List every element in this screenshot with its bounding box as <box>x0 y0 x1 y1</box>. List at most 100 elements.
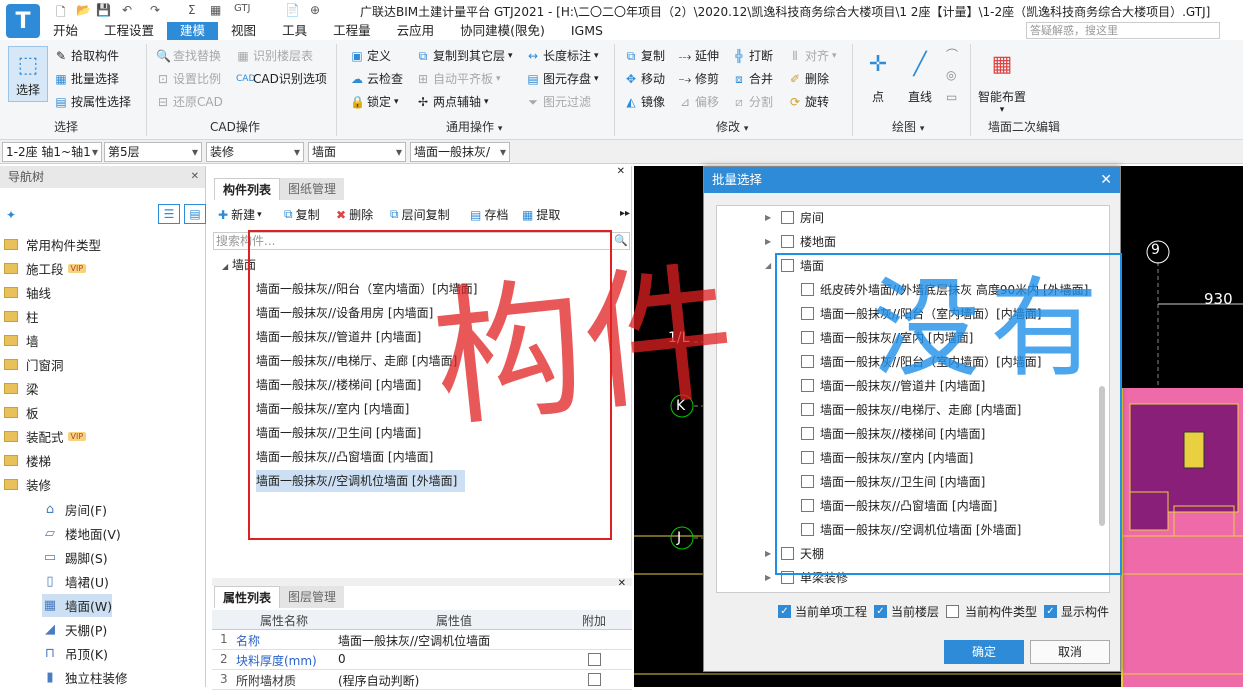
menu-start[interactable]: 开始 <box>40 22 91 40</box>
menu-tools[interactable]: 工具 <box>269 22 320 40</box>
nav-subitem[interactable]: ⌂ 房间(F) <box>42 498 107 521</box>
floor-select[interactable]: 第5层 <box>104 142 202 162</box>
nav-item[interactable]: 梁 <box>4 377 39 399</box>
move-button[interactable]: ✥ 移动 <box>624 70 665 87</box>
option-checkbox[interactable]: ✓ 显示构件 <box>1044 600 1109 622</box>
nav-subitem[interactable]: ▦ 墙面(W) <box>42 594 113 617</box>
help-search-input[interactable]: 答疑解惑，搜这里 <box>1026 22 1220 39</box>
close-icon[interactable]: ✕ <box>191 166 199 188</box>
ok-button[interactable]: 确定 <box>944 640 1024 664</box>
pick-component-button[interactable]: ✎ 拾取构件 <box>54 47 119 64</box>
extend-button[interactable]: ⤏ 延伸 <box>678 47 719 64</box>
menu-view[interactable]: 视图 <box>218 22 269 40</box>
building-select[interactable]: 1-2座 轴1~轴1 <box>2 142 102 162</box>
line-button[interactable]: ╱ 直线 <box>904 48 936 105</box>
point-button[interactable]: ✛ 点 <box>862 48 894 105</box>
extra-checkbox[interactable] <box>588 673 601 686</box>
rect-icon[interactable]: ▭ <box>946 90 957 104</box>
nav-subitem[interactable]: ▭ 踢脚(S) <box>42 546 108 569</box>
menu-quantities[interactable]: 工程量 <box>320 22 384 40</box>
new-button[interactable]: ✚ 新建 ▾ <box>218 206 262 223</box>
category-select[interactable]: 装修 <box>206 142 304 162</box>
merge-button[interactable]: ⧈ 合并 <box>732 70 773 87</box>
nav-item[interactable]: 柱 <box>4 305 39 327</box>
nav-subitem[interactable]: ⊓ 吊顶(K) <box>42 642 108 665</box>
restore-cad-button[interactable]: ⊟ 还原CAD <box>156 93 223 110</box>
nav-subitem[interactable]: ▱ 楼地面(V) <box>42 522 121 545</box>
nav-item[interactable]: 板 <box>4 401 39 423</box>
nav-item[interactable]: 装修 <box>4 473 51 495</box>
length-dim-button[interactable]: ↔ 长度标注 ▾ <box>526 47 599 64</box>
mirror-button[interactable]: ◭ 镜像 <box>624 93 665 110</box>
nav-item[interactable]: 施工段 VIP <box>4 257 87 279</box>
new-file-icon[interactable]: 🗋 <box>56 3 66 24</box>
redo-icon[interactable]: ↷ <box>150 3 160 17</box>
trim-button[interactable]: ⤍ 修剪 <box>678 70 719 87</box>
expand-arrow-icon[interactable]: ▶ <box>765 237 775 246</box>
tree-node-room[interactable]: ▶ 房间 <box>765 206 824 228</box>
menu-modeling[interactable]: 建模 <box>167 22 219 40</box>
expand-arrow-icon[interactable]: ◢ <box>765 261 775 270</box>
component-select[interactable]: 墙面一般抹灰/ <box>410 142 510 162</box>
select-by-attr-button[interactable]: ▤ 按属性选择 <box>54 93 131 110</box>
expand-arrow-icon[interactable]: ▶ <box>765 549 775 558</box>
sum-icon[interactable]: Σ <box>188 3 196 17</box>
option-checkbox[interactable]: 当前构件类型 <box>946 600 1037 622</box>
add-icon[interactable]: ⊕ <box>310 3 320 17</box>
option-checkbox[interactable]: ✓ 当前单项工程 <box>778 600 867 622</box>
nav-item[interactable]: 装配式 VIP <box>4 425 87 447</box>
auto-level-slab-button[interactable]: ⊞ 自动平齐板 ▾ <box>416 70 501 87</box>
find-replace-button[interactable]: 🔍 查找替换 <box>156 47 221 64</box>
checked-icon[interactable]: ✓ <box>1044 604 1057 618</box>
batch-select-button[interactable]: ▦ 批量选择 <box>54 70 119 87</box>
circle-icon[interactable]: ◎ <box>946 68 956 82</box>
tab-properties[interactable]: 属性列表 <box>214 586 281 608</box>
extra-checkbox[interactable] <box>588 653 601 666</box>
unchecked-icon[interactable] <box>946 604 959 618</box>
expand-arrow-icon[interactable]: ▶ <box>765 573 775 582</box>
nav-item[interactable]: 门窗洞 <box>4 353 64 375</box>
save-icon[interactable]: 💾 <box>96 3 111 17</box>
smart-layout-button[interactable]: ▦ 智能布置 ▾ <box>978 48 1026 116</box>
cancel-button[interactable]: 取消 <box>1030 640 1110 664</box>
tab-layer-management[interactable]: 图层管理 <box>280 586 345 608</box>
define-button[interactable]: ▣ 定义 <box>350 47 391 64</box>
break-button[interactable]: ╬ 打断 <box>732 47 773 64</box>
set-scale-button[interactable]: ⊡ 设置比例 <box>156 70 221 87</box>
lock-button[interactable]: 🔒 锁定 ▾ <box>350 93 399 110</box>
property-value[interactable]: (程序自动判断) <box>338 672 419 689</box>
calculator-icon[interactable]: ▦ <box>210 3 221 17</box>
menu-igms[interactable]: IGMS <box>558 22 616 40</box>
menu-project-settings[interactable]: 工程设置 <box>91 22 167 40</box>
archive-button[interactable]: ▤ 存档 <box>470 206 508 223</box>
more-icon[interactable]: ▸▸ <box>620 208 630 219</box>
two-point-axis-button[interactable]: ✢ 两点辅轴 ▾ <box>416 93 489 110</box>
copy-component-button[interactable]: ⧉ 复制 <box>284 206 320 223</box>
nav-item[interactable]: 楼梯 <box>4 449 51 471</box>
delete-component-button[interactable]: ✖ 删除 <box>336 206 373 223</box>
cloud-check-button[interactable]: ☁ 云检查 <box>350 70 403 87</box>
property-row[interactable]: 1 名称 墙面一般抹灰//空调机位墙面 <box>212 630 632 650</box>
close-icon[interactable]: ✕ <box>617 166 625 177</box>
align-button[interactable]: ⫴ 对齐 ▾ <box>788 47 836 64</box>
nav-item[interactable]: 轴线 <box>4 281 51 303</box>
nav-subitem[interactable]: ◢ 天棚(P) <box>42 618 107 641</box>
nav-item[interactable]: 常用构件类型 <box>4 233 101 255</box>
checked-icon[interactable]: ✓ <box>778 604 791 618</box>
delete-button[interactable]: ✐ 删除 <box>788 70 829 87</box>
nav-item[interactable]: 墙 <box>4 329 39 351</box>
element-filter-button[interactable]: ⏷ 图元过滤 <box>526 93 591 110</box>
copy-button[interactable]: ⧉ 复制 <box>624 47 665 64</box>
close-icon[interactable]: ✕ <box>1100 167 1112 193</box>
property-value[interactable]: 0 <box>338 652 346 666</box>
cad-options-button[interactable]: CAD CAD识别选项 <box>236 70 327 87</box>
grid-view-icon[interactable]: ▤ <box>184 204 206 224</box>
nav-subitem[interactable]: ▯ 墙裙(U) <box>42 570 108 593</box>
menu-cloud[interactable]: 云应用 <box>384 22 448 40</box>
search-icon[interactable]: 🔍 <box>614 234 628 247</box>
type-select[interactable]: 墙面 <box>308 142 406 162</box>
tree-node-floor[interactable]: ▶ 楼地面 <box>765 230 836 252</box>
splitter[interactable] <box>212 578 632 586</box>
identify-floor-table-button[interactable]: ▦ 识别楼层表 <box>236 47 313 64</box>
menu-collab[interactable]: 协同建模(限免) <box>447 22 558 40</box>
